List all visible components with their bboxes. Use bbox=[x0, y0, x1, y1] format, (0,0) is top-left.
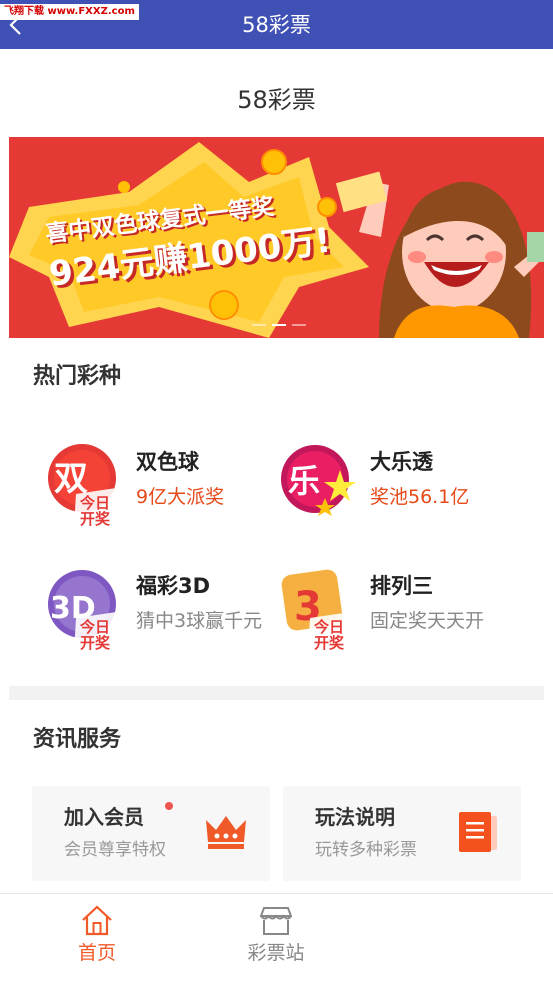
rules-card[interactable]: 玩法说明 玩转多种彩票 bbox=[283, 786, 521, 881]
info-services-title: 资讯服务 bbox=[33, 727, 122, 752]
lottery-desc: 猜中3球赢千元 bbox=[136, 610, 263, 632]
card-subtitle: 会员尊享特权 bbox=[64, 840, 166, 860]
lottery-desc: 固定奖天天开 bbox=[370, 610, 485, 632]
svg-text:开奖: 开奖 bbox=[314, 634, 345, 652]
daletou-icon: 乐 bbox=[281, 445, 356, 516]
lottery-desc: 9亿大派奖 bbox=[136, 486, 225, 508]
lottery-item-shuangseqiu[interactable]: 双 今日 开奖 双色球 9亿大派奖 bbox=[46, 442, 286, 542]
shuangseqiu-icon: 双 今日 开奖 bbox=[48, 444, 130, 528]
carousel-dot bbox=[292, 324, 306, 326]
svg-text:乐: 乐 bbox=[288, 462, 320, 500]
carousel-indicator bbox=[252, 322, 312, 328]
page-title: 58彩票 bbox=[237, 86, 316, 114]
nav-label: 首页 bbox=[77, 942, 116, 964]
lottery-name: 大乐透 bbox=[370, 450, 433, 474]
lottery-item-daletou[interactable]: 乐 大乐透 奖池56.1亿 bbox=[280, 442, 520, 542]
notification-dot bbox=[165, 802, 173, 810]
lottery-desc: 奖池56.1亿 bbox=[370, 486, 470, 508]
home-icon bbox=[82, 905, 112, 936]
nav-label: 彩票站 bbox=[247, 942, 305, 964]
window-title: 58彩票 bbox=[242, 13, 311, 37]
svg-text:开奖: 开奖 bbox=[80, 634, 111, 652]
lottery-name: 福彩3D bbox=[136, 574, 211, 598]
crown-icon bbox=[206, 816, 246, 849]
svg-text:开奖: 开奖 bbox=[80, 510, 111, 528]
hot-lottery-title: 热门彩种 bbox=[33, 364, 122, 389]
document-icon bbox=[459, 812, 497, 852]
join-membership-card[interactable]: 加入会员 会员尊享特权 bbox=[32, 786, 270, 881]
card-title: 玩法说明 bbox=[315, 805, 395, 829]
lottery-name: 双色球 bbox=[136, 450, 199, 474]
nav-lottery-station[interactable]: 彩票站 bbox=[226, 894, 326, 982]
section-divider bbox=[9, 686, 544, 700]
fucai3d-icon: 3D 今日 开奖 bbox=[48, 570, 130, 652]
bottom-navigation: 首页 彩票站 bbox=[0, 893, 553, 981]
nav-home[interactable]: 首页 bbox=[47, 894, 147, 982]
title-bar: 飞翔下载 www.FXXZ.com 58彩票 bbox=[0, 0, 553, 49]
card-title: 加入会员 bbox=[64, 805, 144, 829]
carousel-dot bbox=[252, 324, 266, 326]
lottery-name: 排列三 bbox=[370, 574, 433, 598]
card-subtitle: 玩转多种彩票 bbox=[315, 840, 417, 860]
promo-banner[interactable]: 喜中双色球复式一等奖 924元赚1000万! bbox=[9, 137, 544, 338]
lottery-item-fucai3d[interactable]: 3D 今日 开奖 福彩3D 猜中3球赢千元 bbox=[46, 566, 286, 666]
pailiesan-icon: 3 今日 开奖 bbox=[281, 569, 364, 652]
lottery-item-pailiesan[interactable]: 3 今日 开奖 排列三 固定奖天天开 bbox=[280, 566, 520, 666]
carousel-dot-active bbox=[272, 324, 286, 326]
store-icon bbox=[260, 907, 292, 935]
